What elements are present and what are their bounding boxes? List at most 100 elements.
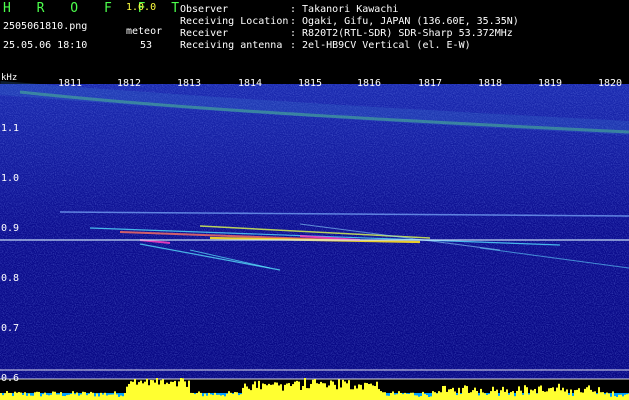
level-bar [278,385,280,400]
level-bar [364,382,366,400]
level-bar [216,394,218,400]
level-bar [438,391,440,400]
level-bar [560,390,562,400]
level-bar [92,392,94,400]
level-bar [448,389,450,400]
level-bar [204,393,206,400]
level-bar [368,384,370,400]
level-bar [348,380,350,400]
level-bar [246,386,248,400]
level-bar [492,386,494,400]
level-bar [416,395,418,400]
y-tick-label: 0.8 [1,273,20,284]
level-bar [170,381,172,400]
level-bar [434,392,436,400]
level-bar [498,395,500,400]
level-bar [312,379,314,400]
level-bar [470,392,472,400]
level-bar [374,386,376,400]
level-bar [598,387,600,400]
level-bar [132,381,134,400]
level-bar [346,383,348,400]
level-bar [94,396,96,400]
level-bar [354,385,356,400]
antenna-label: Receiving antenna [180,40,283,51]
level-bar [426,395,428,400]
level-bar [398,391,400,400]
level-bar [248,388,250,400]
level-bar [370,383,372,400]
level-bar [64,396,66,400]
x-tick-label: 1812 [117,78,142,89]
level-bar [394,394,396,400]
level-bar [28,393,30,400]
level-bar [210,394,212,400]
level-bar [544,391,546,400]
level-bar [42,394,44,400]
level-bar [536,393,538,400]
level-bar [68,394,70,400]
level-bar [366,383,368,400]
level-bar [20,392,22,400]
level-bar [50,394,52,400]
level-bar [322,383,324,400]
level-bar [336,389,338,400]
level-bar [446,391,448,400]
level-bar [412,392,414,400]
level-bar [390,392,392,400]
level-bar [2,395,4,400]
level-bar [520,390,522,400]
level-bar [16,392,18,400]
level-bar [502,386,504,400]
level-bar [168,383,170,400]
level-bar [608,393,610,400]
level-bar [234,392,236,400]
level-bar [258,380,260,400]
level-bar [196,393,198,400]
level-bar [384,392,386,400]
x-tick-label: 1816 [357,78,382,89]
level-bar [396,394,398,400]
level-bar [172,381,174,400]
level-bar [342,379,344,400]
level-bar [238,395,240,400]
level-bar [70,393,72,400]
level-bar [422,391,424,400]
level-bar [10,392,12,400]
level-bar [626,394,628,400]
level-bar [284,384,286,400]
level-bar [604,394,606,400]
level-bar [478,395,480,400]
level-bar [274,382,276,400]
level-bar [34,392,36,400]
level-bar [296,380,298,400]
level-bar [444,385,446,400]
level-bar [300,389,302,400]
level-bar [72,391,74,400]
level-bar [456,395,458,400]
level-bar [208,392,210,400]
level-bar [594,391,596,400]
level-bar [220,395,222,400]
level-bar [310,383,312,400]
level-bar [574,390,576,400]
level-bar [484,393,486,400]
level-bar [522,394,524,400]
level-bar [8,392,10,400]
level-bar [178,381,180,400]
level-bar [546,391,548,400]
level-bar [230,392,232,400]
level-bar [58,394,60,400]
level-bar [450,389,452,400]
level-bar [538,386,540,400]
level-bar [12,395,14,400]
antenna-value: : 2el-HB9CV Vertical (el. E-W) [290,40,471,51]
level-bar [298,381,300,400]
observer-value: : Takanori Kawachi [290,4,399,15]
level-bar [174,380,176,400]
level-bar [276,382,278,400]
level-bar [62,395,64,400]
level-bar [192,392,194,400]
level-bar [344,381,346,400]
level-bar [596,394,598,400]
